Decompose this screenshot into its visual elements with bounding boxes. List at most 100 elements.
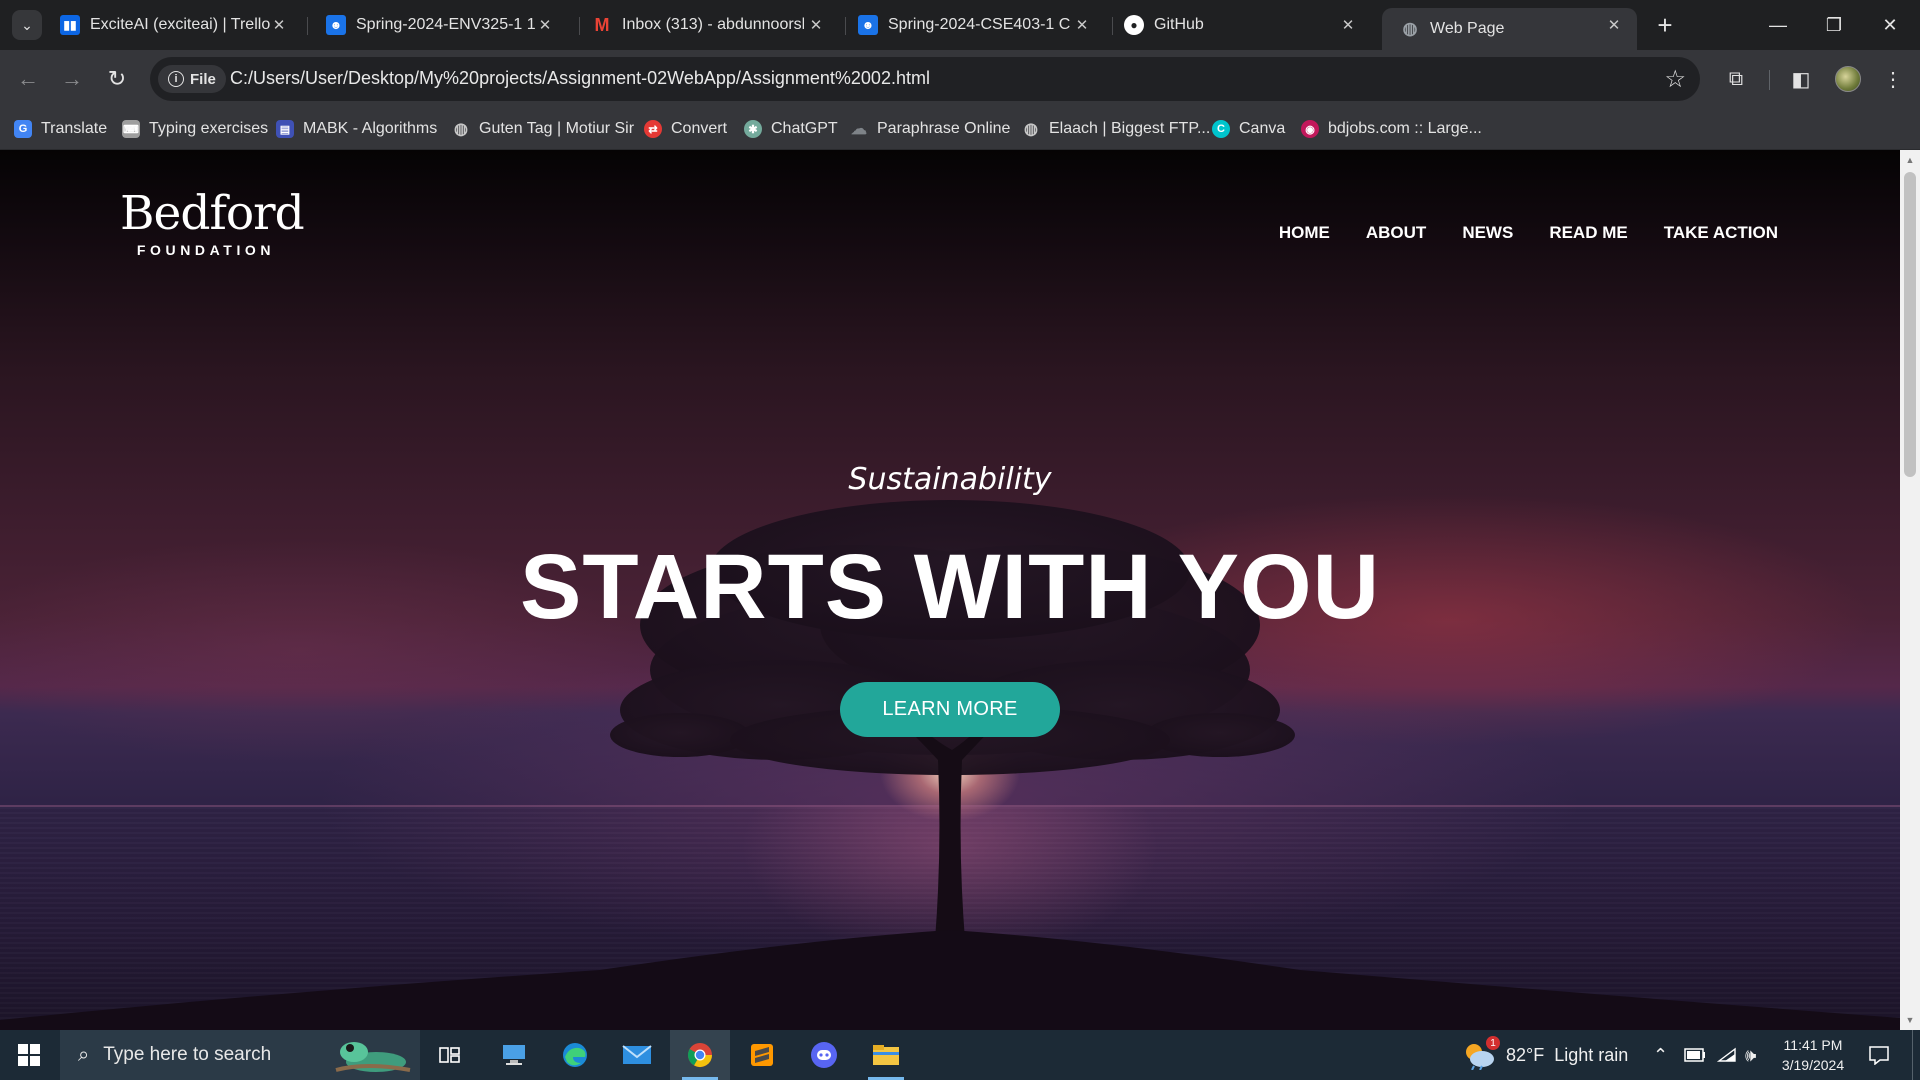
taskbar-mail[interactable] xyxy=(607,1030,667,1080)
nav-about[interactable]: ABOUT xyxy=(1366,223,1426,243)
tab-cse403[interactable]: ☻ Spring-2024-CSE403-1 CS( ✕ xyxy=(840,8,1105,42)
close-icon[interactable]: ✕ xyxy=(268,14,290,36)
bookmark-chatgpt[interactable]: ✱ ChatGPT xyxy=(744,116,838,142)
reload-icon: ↻ xyxy=(107,66,127,91)
close-icon[interactable]: ✕ xyxy=(1337,14,1359,36)
bookmark-mabk-algorithms[interactable]: ▤ MABK - Algorithms xyxy=(276,116,437,142)
close-icon[interactable]: ✕ xyxy=(805,14,827,36)
slides-icon: ▤ xyxy=(276,120,294,138)
tab-title: Web Page xyxy=(1430,20,1505,37)
new-tab-button[interactable]: + xyxy=(1650,10,1680,40)
bookmark-elaach[interactable]: ◍ Elaach | Biggest FTP... xyxy=(1022,116,1210,142)
bookmark-canva[interactable]: C Canva xyxy=(1212,116,1285,142)
clock-date: 3/19/2024 xyxy=(1781,1057,1845,1073)
nav-home[interactable]: HOME xyxy=(1279,223,1330,243)
toolbar-divider xyxy=(1769,70,1770,90)
chevron-down-icon: ⌄ xyxy=(21,16,33,33)
battery-icon[interactable] xyxy=(1684,1030,1706,1080)
tab-github[interactable]: ● GitHub ✕ xyxy=(1106,8,1371,42)
task-view-button[interactable] xyxy=(420,1030,480,1080)
tab-gmail[interactable]: M Inbox (313) - abdunnoorsh ✕ xyxy=(574,8,839,42)
tab-search-button[interactable]: ⌄ xyxy=(12,10,42,40)
reload-button[interactable]: ↻ xyxy=(101,63,133,95)
taskbar-discord[interactable] xyxy=(794,1030,854,1080)
taskbar-chrome[interactable] xyxy=(670,1030,730,1080)
scrollbar-thumb[interactable] xyxy=(1904,172,1916,477)
url-text[interactable]: C:/Users/User/Desktop/My%20projects/Assi… xyxy=(230,68,930,89)
close-icon[interactable]: ✕ xyxy=(1071,14,1093,36)
scroll-up-arrow-icon[interactable]: ▲ xyxy=(1900,152,1920,168)
nav-news[interactable]: NEWS xyxy=(1462,223,1513,243)
start-button[interactable] xyxy=(0,1030,58,1080)
info-icon: i xyxy=(168,71,184,87)
forward-button[interactable]: → xyxy=(56,63,88,95)
cloud-icon: ☁ xyxy=(851,121,867,138)
search-icon: ⌕ xyxy=(78,1043,90,1066)
browser-toolbar: ← → ↻ i File C:/Users/User/Desktop/My%20… xyxy=(0,50,1920,108)
tab-env325[interactable]: ☻ Spring-2024-ENV325-1 1 ✕ xyxy=(308,8,568,42)
tab-title: Inbox (313) - abdunnoorsh xyxy=(622,16,804,33)
extensions-icon[interactable]: ⧉ xyxy=(1720,63,1752,95)
weather-widget[interactable]: 1 82°F Light rain xyxy=(1462,1030,1628,1080)
notification-center-icon[interactable] xyxy=(1868,1030,1890,1080)
wifi-icon[interactable] xyxy=(1717,1030,1737,1080)
show-hidden-icons-button[interactable]: ⌃ xyxy=(1653,1030,1668,1080)
bookmark-typing-exercises[interactable]: ⌨ Typing exercises xyxy=(122,116,268,142)
back-button[interactable]: ← xyxy=(12,63,44,95)
taskbar-file-explorer[interactable] xyxy=(856,1030,916,1080)
minimize-button[interactable]: — xyxy=(1750,0,1806,50)
bookmarks-bar: G Translate ⌨ Typing exercises ▤ MABK - … xyxy=(0,108,1920,150)
restore-button[interactable]: ❐ xyxy=(1806,0,1862,50)
page-scrollbar[interactable]: ▲ ▼ xyxy=(1900,150,1920,1030)
arrow-right-icon: → xyxy=(61,66,83,91)
weather-rain-cloud-icon: 1 xyxy=(1462,1036,1500,1071)
menu-kebab-icon[interactable]: ⋮ xyxy=(1877,63,1909,95)
trello-icon: ▮▮ xyxy=(60,15,80,35)
logo-wordmark: Bedford xyxy=(120,186,305,241)
tab-web-page[interactable]: ◍ Web Page ✕ xyxy=(1382,8,1637,50)
clock-time: 11:41 PM xyxy=(1783,1037,1843,1053)
bookmark-paraphrase-online[interactable]: ☁ Paraphrase Online xyxy=(850,116,1010,142)
bookmark-translate[interactable]: G Translate xyxy=(14,116,107,142)
close-icon[interactable]: ✕ xyxy=(534,14,556,36)
side-panel-icon[interactable]: ◧ xyxy=(1785,63,1817,95)
system-clock[interactable]: 11:41 PM 3/19/2024 xyxy=(1776,1035,1850,1075)
nav-read-me[interactable]: READ ME xyxy=(1549,223,1627,243)
nav-take-action[interactable]: TAKE ACTION xyxy=(1664,223,1778,243)
bookmark-label: Typing exercises xyxy=(149,120,269,137)
bookmark-label: Guten Tag | Motiur Sir xyxy=(479,120,635,137)
chevron-up-icon: ⌃ xyxy=(1653,1044,1669,1065)
bookmark-bdjobs[interactable]: ◉ bdjobs.com :: Large... xyxy=(1301,116,1482,142)
scroll-down-arrow-icon[interactable]: ▼ xyxy=(1900,1012,1920,1028)
weather-condition: Light rain xyxy=(1554,1044,1629,1065)
bookmark-label: Paraphrase Online xyxy=(877,120,1011,137)
show-desktop-button[interactable] xyxy=(1912,1030,1920,1080)
taskbar-edge[interactable] xyxy=(545,1030,605,1080)
chatgpt-icon: ✱ xyxy=(744,120,762,138)
bookmark-convert[interactable]: ⇄ Convert xyxy=(644,116,727,142)
tab-trello[interactable]: ▮▮ ExciteAI (exciteai) | Trello ✕ xyxy=(42,8,302,42)
taskbar-computer[interactable] xyxy=(484,1030,544,1080)
volume-icon[interactable]: 🕪 xyxy=(1745,1030,1756,1080)
discord-icon xyxy=(811,1042,837,1068)
bookmark-guten-tag[interactable]: ◍ Guten Tag | Motiur Sir xyxy=(452,116,634,142)
bookmark-label: bdjobs.com :: Large... xyxy=(1328,120,1482,137)
edge-icon xyxy=(563,1043,587,1067)
close-icon[interactable]: ✕ xyxy=(1603,14,1625,36)
bookmark-star-icon[interactable]: ☆ xyxy=(1664,65,1686,94)
tab-strip: ⌄ ▮▮ ExciteAI (exciteai) | Trello ✕ ☻ Sp… xyxy=(0,0,1920,50)
close-window-button[interactable]: ✕ xyxy=(1862,0,1918,50)
tab-title: ExciteAI (exciteai) | Trello xyxy=(90,16,271,33)
address-bar[interactable]: i File C:/Users/User/Desktop/My%20projec… xyxy=(150,57,1700,101)
translate-icon: G xyxy=(14,120,32,138)
taskbar-sublime[interactable] xyxy=(732,1030,792,1080)
profile-avatar[interactable] xyxy=(1835,66,1861,92)
bedford-logo[interactable]: Bedford FOUNDATION xyxy=(120,186,305,259)
site-info-chip[interactable]: i File xyxy=(158,65,226,93)
globe-icon: ◍ xyxy=(1024,121,1038,138)
keyboard-icon: ⌨ xyxy=(122,120,140,138)
learn-more-button[interactable]: LEARN MORE xyxy=(840,682,1060,737)
tab-title: GitHub xyxy=(1154,16,1204,33)
bookmark-label: Canva xyxy=(1239,120,1286,137)
taskbar-search-box[interactable]: ⌕ Type here to search xyxy=(60,1030,420,1080)
